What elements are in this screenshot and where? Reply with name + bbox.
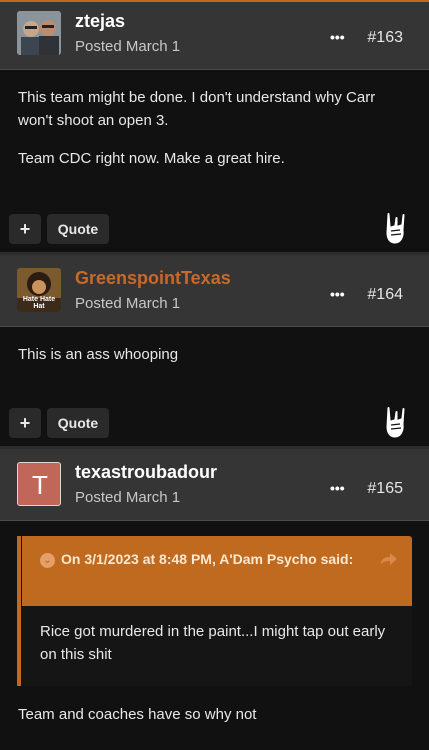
author-name[interactable]: texastroubadour [75,462,217,483]
post-number[interactable]: #163 [367,29,403,47]
quote-body-text: Rice got murdered in the paint...I might… [40,623,386,663]
post-paragraph: This team might be done. I don't underst… [18,89,376,129]
post-paragraph: Team and coaches have so why not [18,706,257,723]
avatar-letter-text: T [32,470,48,500]
more-options-button[interactable]: ••• [330,286,345,302]
post-header-164: Hate Hate Hat GreenspointTexas Posted Ma… [0,255,429,327]
quote-button[interactable]: Quote [47,408,109,438]
post-paragraph: This is an ass whooping [18,346,179,363]
post-number[interactable]: #164 [367,286,403,304]
post-paragraph: Team CDC right now. Make a great hire. [18,150,285,167]
post-number[interactable]: #165 [367,480,403,498]
avatar-caption: Hate Hate Hat [22,296,56,310]
avatar[interactable]: Hate Hate Hat [17,268,61,312]
more-options-button[interactable]: ••• [330,480,345,496]
avatar-letter[interactable]: T [17,462,61,506]
quote-citation-text: On 3/1/2023 at 8:48 PM, A'Dam Psycho sai… [61,551,354,567]
quote-citation[interactable]: ⌄ On 3/1/2023 at 8:48 PM, A'Dam Psycho sa… [22,536,412,606]
chevron-down-icon[interactable]: ⌄ [40,553,55,568]
post-header-163: ztejas Posted March 1 ••• #163 [0,2,429,70]
hook-em-horns-reaction-icon[interactable] [381,406,411,440]
more-options-button[interactable]: ••• [330,29,345,45]
post-date[interactable]: Posted March 1 [75,489,180,506]
author-name[interactable]: GreenspointTexas [75,268,231,289]
avatar[interactable] [17,11,61,55]
post-date[interactable]: Posted March 1 [75,295,180,312]
author-name[interactable]: ztejas [75,11,125,32]
avatar-photo-icon [17,11,61,55]
hook-em-horns-reaction-icon[interactable] [381,212,411,246]
add-to-multiquote-button[interactable]: + [9,214,41,244]
add-to-multiquote-button[interactable]: + [9,408,41,438]
quote-button[interactable]: Quote [47,214,109,244]
go-to-quoted-post-icon[interactable] [380,552,398,566]
post-header-165: T texastroubadour Posted March 1 ••• #16… [0,449,429,521]
post-date[interactable]: Posted March 1 [75,38,180,55]
